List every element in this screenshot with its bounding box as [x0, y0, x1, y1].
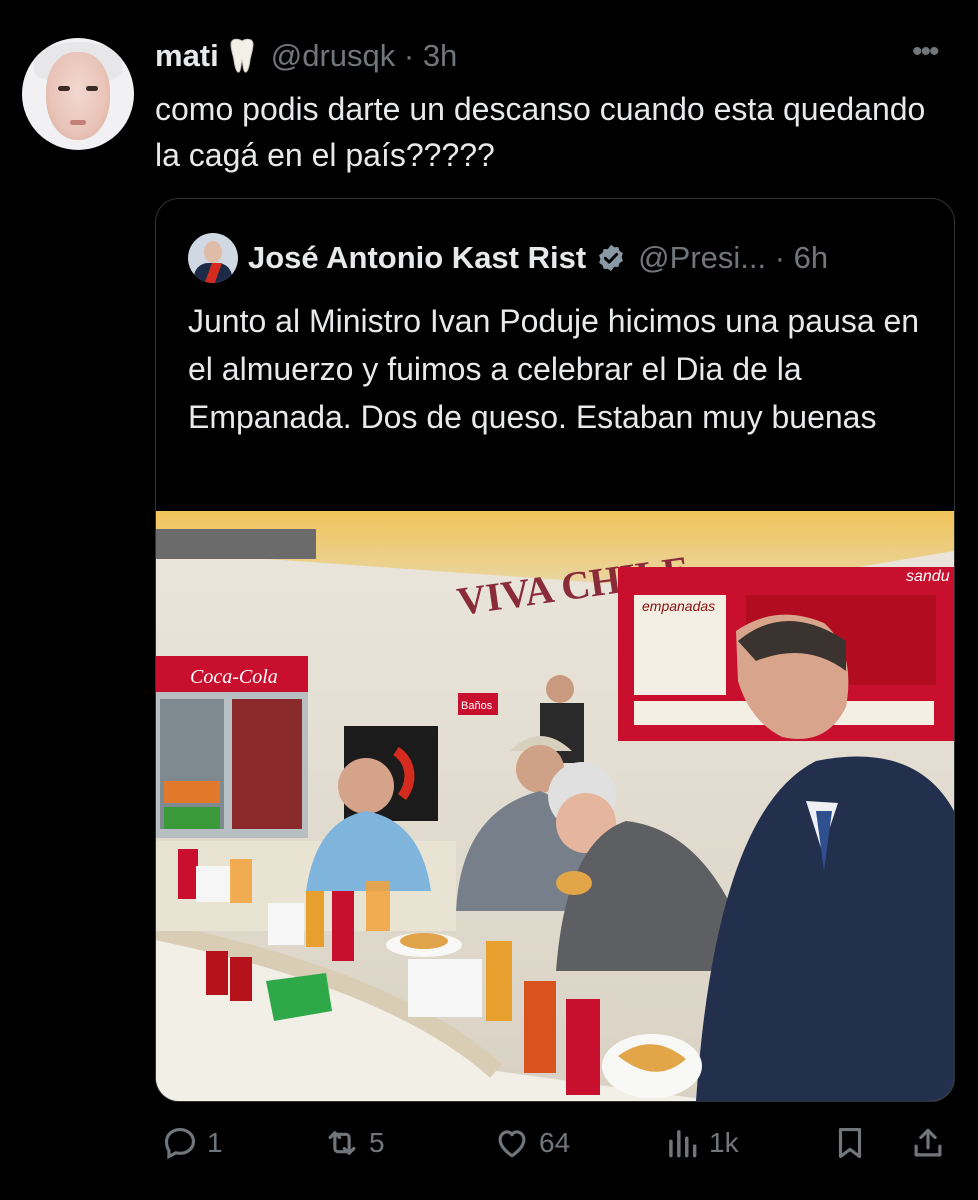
repost-icon [328, 1131, 356, 1155]
reply-icon [164, 1127, 196, 1160]
share-button[interactable] [909, 1120, 947, 1166]
reply-count: 1 [207, 1127, 223, 1158]
verified-badge-icon [599, 244, 624, 272]
author-handle-time[interactable]: @drusqk · 3h [271, 38, 458, 74]
reply-button[interactable]: 1 [161, 1120, 223, 1166]
quoted-post-card[interactable]: José Antonio Kast Rist @Presi... · 6h Ju… [155, 198, 955, 1102]
svg-text:sandu: sandu [906, 568, 950, 585]
quoted-post-header: José Antonio Kast Rist @Presi... · 6h [188, 231, 934, 285]
author-avatar[interactable] [22, 38, 134, 150]
post-header: mati @drusqk · 3h [155, 34, 457, 78]
svg-text:empanadas: empanadas [642, 598, 715, 614]
share-icon [914, 1128, 942, 1157]
quoted-post-text: Junto al Ministro Ivan Poduje hicimos un… [188, 303, 920, 435]
quoted-author-handle-time[interactable]: @Presi... · 6h [638, 240, 828, 276]
post-text: como podis darte un descanso cuando esta… [155, 91, 926, 173]
heart-icon [498, 1130, 526, 1158]
coca-cola-fridge: Coca-Cola [156, 656, 308, 838]
repost-count: 5 [369, 1127, 385, 1158]
like-button[interactable]: 64 [493, 1120, 570, 1166]
views-button[interactable]: 1k [663, 1120, 739, 1166]
svg-text:Baños: Baños [461, 700, 493, 712]
bookmark-icon [838, 1127, 862, 1159]
tooth-icon [230, 38, 254, 73]
repost-button[interactable]: 5 [323, 1120, 385, 1166]
bookmark-button[interactable] [831, 1120, 869, 1166]
views-count: 1k [709, 1127, 739, 1158]
quoted-author-avatar[interactable] [188, 233, 238, 283]
like-count: 64 [539, 1127, 571, 1158]
svg-text:Coca-Cola: Coca-Cola [190, 666, 278, 688]
more-options-icon[interactable]: ••• [912, 37, 939, 67]
avatar-face [46, 52, 110, 140]
quoted-author-name[interactable]: José Antonio Kast Rist [248, 240, 586, 276]
views-chart-icon [669, 1130, 697, 1158]
author-name[interactable]: mati [155, 38, 219, 74]
post-action-bar: 1 5 64 1k [155, 1120, 955, 1166]
post-photo[interactable]: VIVA CHILE Coca-Cola Baños empanadas san… [156, 511, 954, 1101]
